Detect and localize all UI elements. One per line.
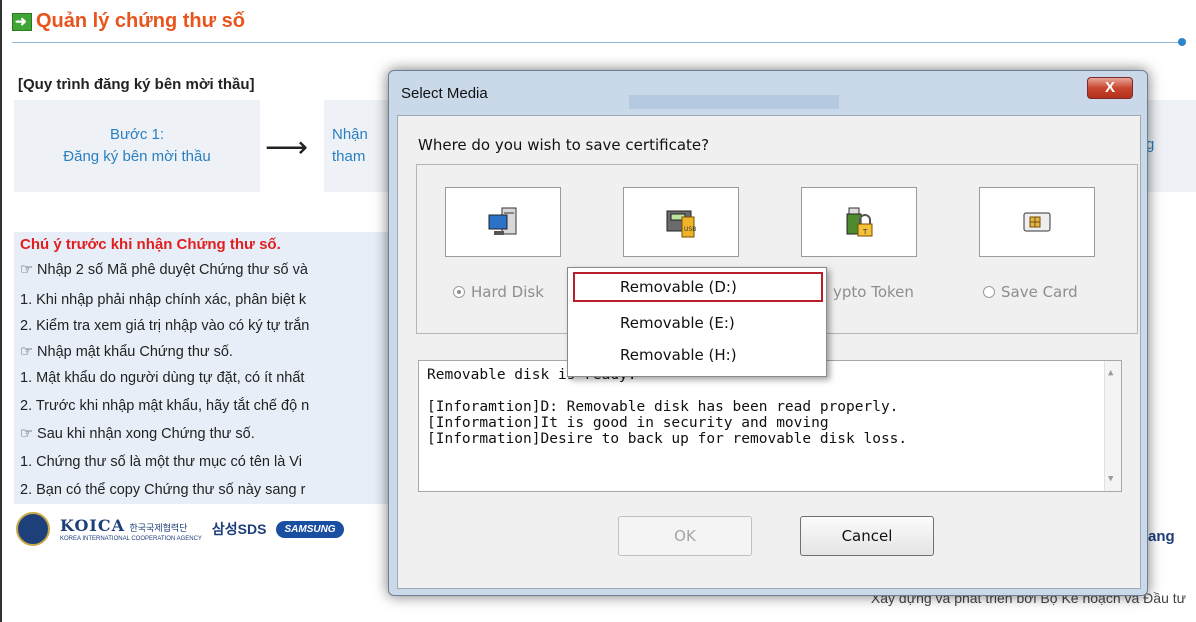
note-line: 2. Trước khi nhập mật khẩu, hãy tắt chế … xyxy=(20,398,310,414)
cancel-button[interactable]: Cancel xyxy=(800,516,934,556)
note-line: 1. Chứng thư số là một thư mục có tên là… xyxy=(20,454,302,470)
removable-button[interactable]: USB xyxy=(623,187,739,257)
samsung-logo: SAMSUNG xyxy=(276,520,344,538)
svg-text:USB: USB xyxy=(684,226,696,233)
vertical-scrollbar[interactable]: ▲ ▼ xyxy=(1104,361,1121,491)
note-line: 1. Khi nhập phải nhập chính xác, phân bi… xyxy=(20,292,307,308)
info-line: [Information]It is good in security and … xyxy=(427,415,829,431)
dropdown-item-removable-e[interactable]: Removable (E:) xyxy=(568,308,826,338)
save-card-button[interactable] xyxy=(979,187,1095,257)
ok-button[interactable]: OK xyxy=(618,516,752,556)
hard-disk-label: Hard Disk xyxy=(471,283,544,301)
samsung-sds-logo: 삼성SDS xyxy=(211,521,267,537)
page-title-text: Quản lý chứng thư số xyxy=(36,10,245,32)
scroll-up-icon[interactable]: ▲ xyxy=(1108,365,1113,381)
dialog-title: Select Media xyxy=(401,85,488,102)
usb-drive-icon: USB xyxy=(666,210,696,238)
save-card-radio[interactable]: Save Card xyxy=(983,283,1078,301)
step-right-box: g xyxy=(1142,100,1196,192)
dropdown-item-removable-d[interactable]: Removable (D:) xyxy=(573,272,823,302)
radio-indicator[interactable] xyxy=(453,286,465,298)
step-arrow-icon: ⟶ xyxy=(265,131,309,164)
note-line: 2. Bạn có thể copy Chứng thư số này sang… xyxy=(20,482,306,498)
titlebar-highlight xyxy=(629,95,839,109)
dialog-titlebar[interactable]: Select Media X xyxy=(389,71,1147,111)
title-divider-dot xyxy=(1178,38,1186,46)
save-card-label: Save Card xyxy=(1001,283,1078,301)
partner-logos: KOICA 한국국제협력단 KOREA INTERNATIONAL COOPER… xyxy=(16,512,344,546)
note-line: ☞ Sau khi nhận xong Chứng thư số. xyxy=(20,426,255,442)
save-question: Where do you wish to save certificate? xyxy=(418,136,710,154)
info-line: [Inforamtion]D: Removable disk has been … xyxy=(427,399,899,415)
note-line: ☞ Nhập mật khẩu Chứng thư số. xyxy=(20,344,233,360)
computer-icon xyxy=(488,207,517,235)
crypto-token-button[interactable]: T xyxy=(801,187,917,257)
step-2-box: Nhận tham xyxy=(324,100,394,192)
scroll-down-icon[interactable]: ▼ xyxy=(1108,471,1113,487)
title-divider xyxy=(12,42,1182,43)
radio-indicator[interactable] xyxy=(983,286,995,298)
koica-logo: KOICA 한국국제협력단 KOREA INTERNATIONAL COOPER… xyxy=(60,516,202,542)
hard-disk-button[interactable] xyxy=(445,187,561,257)
svg-text:T: T xyxy=(862,228,868,236)
note-line: 2. Kiểm tra xem giá trị nhập vào có ký t… xyxy=(20,318,310,334)
arrow-icon xyxy=(12,12,32,31)
step-1-box: Bước 1: Đăng ký bên mời thầu xyxy=(14,100,260,192)
crypto-token-icon: T xyxy=(846,207,873,237)
mpi-seal-logo xyxy=(16,512,50,546)
hard-disk-radio[interactable]: Hard Disk xyxy=(453,283,544,301)
note-line: ☞ Nhập 2 số Mã phê duyệt Chứng thư số và xyxy=(20,262,308,278)
info-line xyxy=(427,383,1113,399)
notes-heading: Chú ý trước khi nhận Chứng thư số. xyxy=(20,236,281,253)
crypto-token-label: ypto Token xyxy=(833,283,914,301)
info-line: [Information]Desire to back up for remov… xyxy=(427,431,908,447)
dropdown-item-removable-h[interactable]: Removable (H:) xyxy=(568,340,826,370)
removable-drive-dropdown: Removable (D:) Removable (E:) Removable … xyxy=(567,267,827,377)
status-textbox[interactable]: Removable disk is ready. [Inforamtion]D:… xyxy=(418,360,1122,492)
note-line: 1. Mật khẩu do người dùng tự đặt, có ít … xyxy=(20,370,305,386)
process-title: [Quy trình đăng ký bên mời thầu] xyxy=(18,76,255,93)
close-button[interactable]: X xyxy=(1087,77,1133,99)
smart-card-icon xyxy=(1023,212,1051,232)
crypto-token-radio[interactable]: ypto Token xyxy=(833,283,914,301)
right-text-fragment: ang xyxy=(1148,528,1175,545)
page-title: Quản lý chứng thư số xyxy=(12,10,245,33)
